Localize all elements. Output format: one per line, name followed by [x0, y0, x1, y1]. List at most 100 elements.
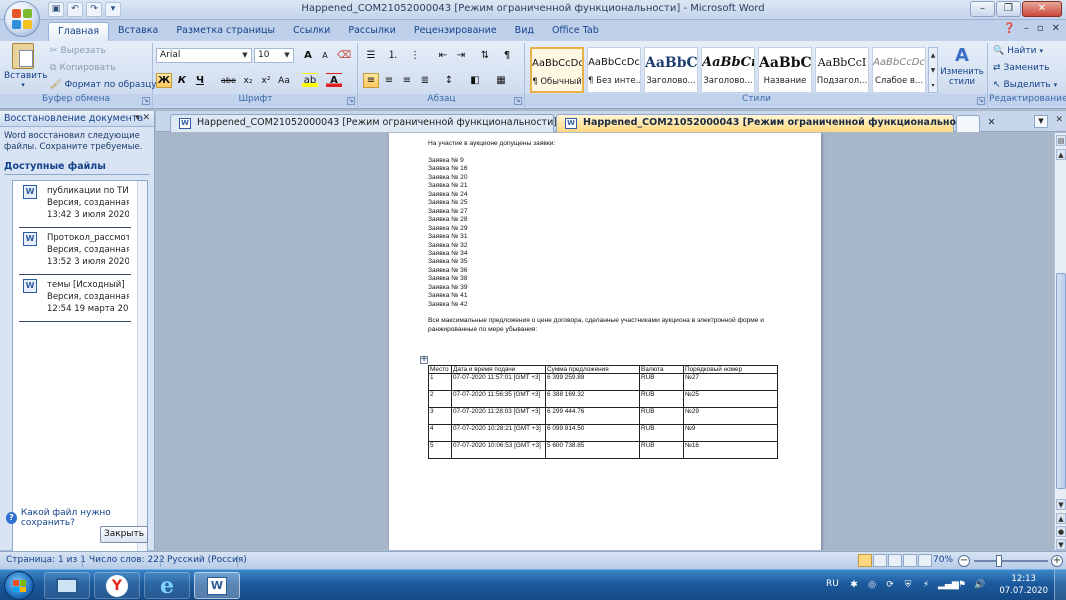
- next-page-icon[interactable]: ▼: [1056, 539, 1066, 550]
- close-recovery-button[interactable]: Закрыть: [100, 526, 148, 543]
- select-button[interactable]: ↖ Выделить ▾: [993, 80, 1057, 90]
- ruler-toggle-icon[interactable]: ▤: [1056, 135, 1066, 146]
- shading-icon[interactable]: ◧: [467, 73, 483, 88]
- tab-view[interactable]: Вид: [506, 22, 543, 41]
- start-button[interactable]: [4, 571, 34, 600]
- styles-scroll[interactable]: ▲ ▼ ▾: [928, 47, 938, 93]
- bullets-icon[interactable]: ☰: [363, 48, 379, 63]
- tab-insert[interactable]: Вставка: [109, 22, 167, 41]
- italic-button[interactable]: К: [174, 73, 190, 88]
- table-move-handle-icon[interactable]: ✛: [420, 356, 428, 364]
- align-center-icon[interactable]: ≡: [381, 73, 397, 88]
- security-icon[interactable]: ⛨: [902, 579, 914, 591]
- power-icon[interactable]: ⚡: [920, 579, 932, 591]
- recovered-file-item[interactable]: W публикации по ТИО... Версия, созданная…: [19, 181, 131, 228]
- volume-icon[interactable]: 🔊: [974, 579, 986, 591]
- grow-font-button[interactable]: A: [300, 48, 316, 63]
- zoom-out-icon[interactable]: −: [958, 555, 970, 567]
- decrease-indent-icon[interactable]: ⇤: [435, 48, 451, 63]
- close-tab-icon[interactable]: ✕: [987, 117, 995, 128]
- show-desktop-button[interactable]: [1054, 570, 1066, 600]
- font-name-combo[interactable]: Arial ▼: [156, 48, 252, 63]
- align-left-icon[interactable]: ≡: [363, 73, 379, 88]
- justify-icon[interactable]: ≣: [417, 73, 433, 88]
- network-signal-icon[interactable]: ▂▄▆: [938, 579, 959, 591]
- styles-launcher-icon[interactable]: ↘: [977, 97, 985, 105]
- ribbon-close-icon[interactable]: ✕: [1052, 23, 1060, 34]
- scroll-thumb[interactable]: [1056, 273, 1066, 489]
- outline-icon[interactable]: [903, 554, 917, 567]
- paragraph-launcher-icon[interactable]: ↘: [514, 97, 522, 105]
- cut-button[interactable]: ✂ Вырезать: [50, 46, 106, 56]
- word-count[interactable]: Число слов: 222: [89, 555, 165, 565]
- new-tab-button[interactable]: [956, 115, 980, 132]
- scroll-up-icon[interactable]: ▲: [1056, 149, 1066, 160]
- system-clock[interactable]: 12:13 07.07.2020: [999, 573, 1048, 597]
- tab-review[interactable]: Рецензирование: [405, 22, 506, 41]
- document-page[interactable]: На участие в аукционе допущены заявки: З…: [389, 133, 821, 550]
- which-file-link[interactable]: ? Какой файл нужно сохранить?: [6, 508, 154, 528]
- superscript-button[interactable]: x²: [258, 73, 274, 88]
- page-indicator[interactable]: Страница: 1 из 1: [6, 555, 86, 565]
- full-screen-reading-icon[interactable]: [873, 554, 887, 567]
- close-doc-icon[interactable]: ✕: [1055, 115, 1063, 125]
- tab-list-icon[interactable]: ▼: [1034, 115, 1048, 128]
- find-button[interactable]: 🔍 Найти ▾: [993, 46, 1043, 56]
- help-icon[interactable]: ❓: [1003, 23, 1015, 34]
- input-language[interactable]: RU: [826, 579, 839, 589]
- zoom-slider-thumb[interactable]: [996, 555, 1002, 567]
- bold-button[interactable]: Ж: [156, 73, 172, 88]
- close-pane-icon[interactable]: ▾ ✕: [135, 113, 150, 123]
- style-subtle-emphasis[interactable]: AaBbCcDc Слабое в...: [872, 47, 926, 93]
- tab-references[interactable]: Ссылки: [284, 22, 339, 41]
- sync-icon[interactable]: ◎: [866, 579, 878, 591]
- copy-button[interactable]: ⧉ Копировать: [50, 63, 116, 73]
- style-no-spacing[interactable]: AaBbCcDc ¶ Без инте...: [587, 47, 641, 93]
- numbering-icon[interactable]: ⒈: [385, 48, 401, 63]
- clipboard-launcher-icon[interactable]: ↘: [142, 97, 150, 105]
- browse-object-icon[interactable]: ●: [1056, 526, 1066, 537]
- change-case-button[interactable]: Aa: [276, 73, 292, 88]
- tab-page-layout[interactable]: Разметка страницы: [167, 22, 284, 41]
- highlight-button[interactable]: ab: [302, 73, 318, 88]
- underline-button[interactable]: Ч: [192, 73, 208, 88]
- tab-mailings[interactable]: Рассылки: [339, 22, 404, 41]
- style-heading-1[interactable]: AaBbC Заголово...: [644, 47, 698, 93]
- style-heading-2[interactable]: AaBbCı Заголово...: [701, 47, 755, 93]
- line-spacing-icon[interactable]: ↕: [441, 73, 457, 88]
- taskbar-yandex[interactable]: Y: [94, 572, 140, 599]
- update-icon[interactable]: ⟳: [884, 579, 896, 591]
- font-color-button[interactable]: A: [326, 73, 342, 88]
- ribbon-restore-icon[interactable]: ▫: [1037, 23, 1044, 34]
- vertical-scrollbar[interactable]: ▤ ▲ ▼ ▲ ● ▼: [1054, 133, 1066, 550]
- format-painter-button[interactable]: 🖌 Формат по образцу: [50, 80, 157, 90]
- style-subtitle[interactable]: AaBbCcI Подзагол...: [815, 47, 869, 93]
- zoom-in-icon[interactable]: +: [1051, 555, 1063, 567]
- align-right-icon[interactable]: ≡: [399, 73, 415, 88]
- zoom-slider[interactable]: [974, 560, 1048, 562]
- show-marks-icon[interactable]: ¶: [499, 48, 515, 63]
- bluetooth-icon[interactable]: ✱: [848, 579, 860, 591]
- paste-button[interactable]: Вставить ▾: [4, 43, 48, 89]
- language-indicator[interactable]: Русский (Россия): [167, 555, 247, 565]
- maximize-button[interactable]: ❐: [996, 1, 1021, 17]
- multilevel-list-icon[interactable]: ⋮: [407, 48, 423, 63]
- print-layout-icon[interactable]: [858, 554, 872, 567]
- prev-page-icon[interactable]: ▲: [1056, 513, 1066, 524]
- scroll-down-icon[interactable]: ▼: [1056, 499, 1066, 510]
- tab-home[interactable]: Главная: [48, 22, 110, 41]
- doc-tab-active[interactable]: W Happened_COM21052000043 [Режим огранич…: [556, 114, 995, 132]
- ribbon-minimize-icon[interactable]: –: [1024, 23, 1029, 34]
- font-launcher-icon[interactable]: ↘: [347, 97, 355, 105]
- close-window-button[interactable]: ✕: [1022, 1, 1062, 17]
- subscript-button[interactable]: x₂: [240, 73, 256, 88]
- zoom-level[interactable]: 70%: [933, 555, 953, 565]
- recovered-file-item[interactable]: W темы [Исходный] Версия, созданная ... …: [19, 275, 131, 322]
- taskbar-word[interactable]: W: [194, 572, 240, 599]
- web-layout-icon[interactable]: [888, 554, 902, 567]
- flag-icon[interactable]: ⚑: [956, 579, 968, 591]
- taskbar-ie[interactable]: e: [144, 572, 190, 599]
- doc-tab[interactable]: W Happened_COM21052000043 [Режим огранич…: [170, 114, 557, 132]
- tab-office-tab[interactable]: Office Tab: [543, 22, 608, 41]
- draft-icon[interactable]: [918, 554, 932, 567]
